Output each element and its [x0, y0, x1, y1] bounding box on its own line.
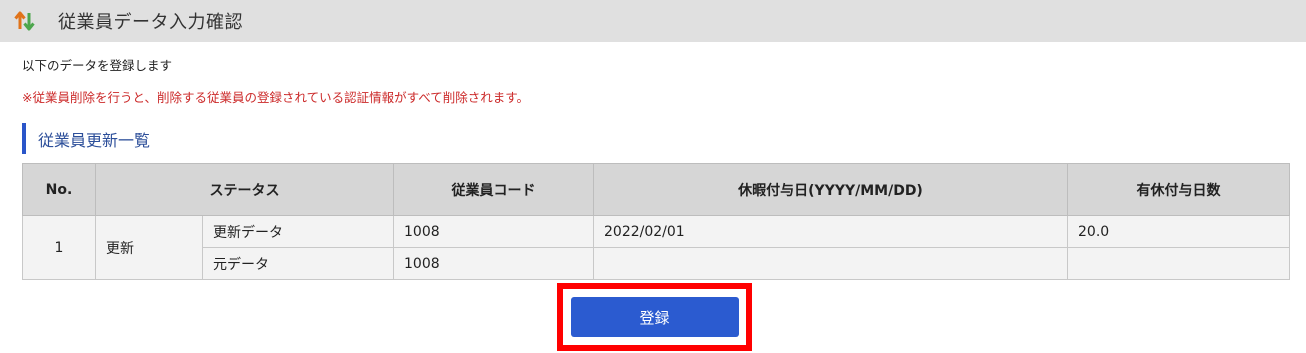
employee-update-table: No. ステータス 従業員コード 休暇付与日(YYYY/MM/DD) 有休付与日… — [22, 163, 1290, 280]
col-header-leave-grant-date: 休暇付与日(YYYY/MM/DD) — [593, 163, 1068, 216]
col-header-paid-leave-days: 有休付与日数 — [1067, 163, 1290, 216]
page-header: 従業員データ入力確認 — [0, 0, 1306, 42]
row-no-cell: 1 — [22, 215, 96, 280]
col-header-no: No. — [22, 163, 96, 216]
warning-text: ※従業員削除を行うと、削除する従業員の登録されている認証情報がすべて削除されます… — [22, 90, 529, 105]
leave-grant-date-cell: 2022/02/01 — [593, 215, 1068, 248]
page-title: 従業員データ入力確認 — [58, 12, 243, 33]
submit-button-highlight: 登録 — [557, 283, 752, 351]
sub-row-label-cell: 元データ — [202, 247, 394, 280]
table-row: 元データ 1008 — [23, 247, 1290, 280]
paid-leave-days-cell — [1067, 247, 1290, 280]
table-row: 1 更新 更新データ 1008 2022/02/01 20.0 — [22, 215, 1290, 280]
paid-leave-days-cell: 20.0 — [1067, 215, 1290, 248]
info-text: 以下のデータを登録します — [22, 58, 173, 73]
col-header-status: ステータス — [95, 163, 394, 216]
sub-row-label-cell: 更新データ — [202, 215, 394, 248]
employee-code-cell: 1008 — [393, 215, 594, 248]
section-title: 従業員更新一覧 — [22, 123, 150, 154]
col-header-employee-code: 従業員コード — [393, 163, 594, 216]
leave-grant-date-cell — [593, 247, 1068, 280]
register-button[interactable]: 登録 — [570, 297, 739, 337]
row-status-cell: 更新 — [95, 215, 203, 280]
sort-arrows-icon — [12, 8, 38, 34]
employee-code-cell: 1008 — [393, 247, 594, 280]
table-header-row: No. ステータス 従業員コード 休暇付与日(YYYY/MM/DD) 有休付与日… — [22, 163, 1290, 216]
